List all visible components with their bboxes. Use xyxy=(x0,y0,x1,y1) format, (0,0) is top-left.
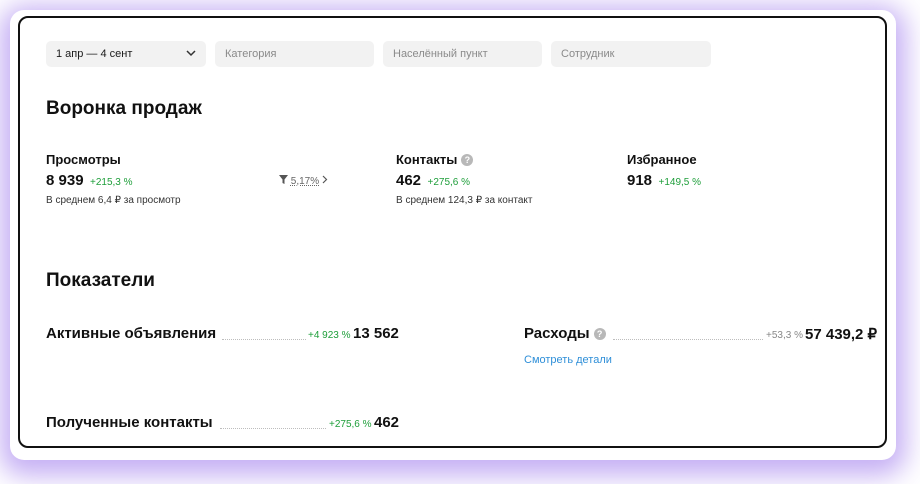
contacts-note: В среднем 124,3 ₽ за контакт xyxy=(396,195,533,206)
favorites-label: Избранное xyxy=(627,152,697,167)
contacts-delta: +275,6 % xyxy=(427,177,471,188)
leader-dots xyxy=(222,339,306,340)
expenses-label-row: Расходы? xyxy=(524,325,606,342)
chevron-down-icon xyxy=(186,41,196,77)
funnel-title: Воронка продаж xyxy=(46,98,202,119)
active-ads-delta: +4 923 % xyxy=(308,330,351,341)
views-value: 8 939 xyxy=(46,172,84,189)
contacts-received-label: Полученные контакты xyxy=(46,414,213,431)
filter-funnel-icon xyxy=(279,175,291,187)
favorites-value: 918 xyxy=(627,172,653,189)
views-note: В среднем 6,4 ₽ за просмотр xyxy=(46,195,181,206)
active-ads-value: 13 562 xyxy=(353,325,399,342)
expenses-label: Расходы xyxy=(524,325,590,342)
date-range-value: 1 апр — 4 сент xyxy=(56,48,133,60)
contacts-received-value: 462 xyxy=(374,414,400,431)
employee-field[interactable]: Сотрудник xyxy=(551,41,711,67)
help-icon[interactable]: ? xyxy=(461,154,474,166)
leader-dots xyxy=(613,339,763,340)
contacts-label-row: Контакты? xyxy=(396,152,474,167)
metrics-title: Показатели xyxy=(46,270,155,291)
favorites-stat: 918 +149,5 % xyxy=(627,172,701,190)
expenses-details-link[interactable]: Смотреть детали xyxy=(524,354,612,366)
contacts-label: Контакты xyxy=(396,152,458,167)
views-stat: 8 939 +215,3 % xyxy=(46,172,133,190)
views-delta: +215,3 % xyxy=(90,177,133,188)
leader-dots xyxy=(220,428,326,429)
favorites-delta: +149,5 % xyxy=(658,177,702,188)
active-ads-label: Активные объявления xyxy=(46,325,217,342)
contacts-received-delta: +275,6 % xyxy=(329,419,372,430)
expenses-value: 57 439,2 ₽ xyxy=(805,326,878,343)
date-range-select[interactable]: 1 апр — 4 сент xyxy=(46,41,206,67)
expenses-delta: +53,3 % xyxy=(766,330,803,341)
city-placeholder: Населённый пункт xyxy=(393,48,488,60)
chevron-right-icon xyxy=(322,175,328,187)
employee-placeholder: Сотрудник xyxy=(561,48,615,60)
analytics-panel: 1 апр — 4 сент Категория Населённый пунк… xyxy=(18,16,887,448)
contacts-stat: 462 +275,6 % xyxy=(396,172,470,190)
help-icon[interactable]: ? xyxy=(593,328,606,340)
conversion-link[interactable]: 5,17% xyxy=(279,175,328,187)
city-field[interactable]: Населённый пункт xyxy=(383,41,542,67)
views-label: Просмотры xyxy=(46,152,121,167)
category-placeholder: Категория xyxy=(225,48,277,60)
conversion-value: 5,17% xyxy=(290,176,320,187)
contacts-value: 462 xyxy=(396,172,422,189)
category-field[interactable]: Категория xyxy=(215,41,374,67)
